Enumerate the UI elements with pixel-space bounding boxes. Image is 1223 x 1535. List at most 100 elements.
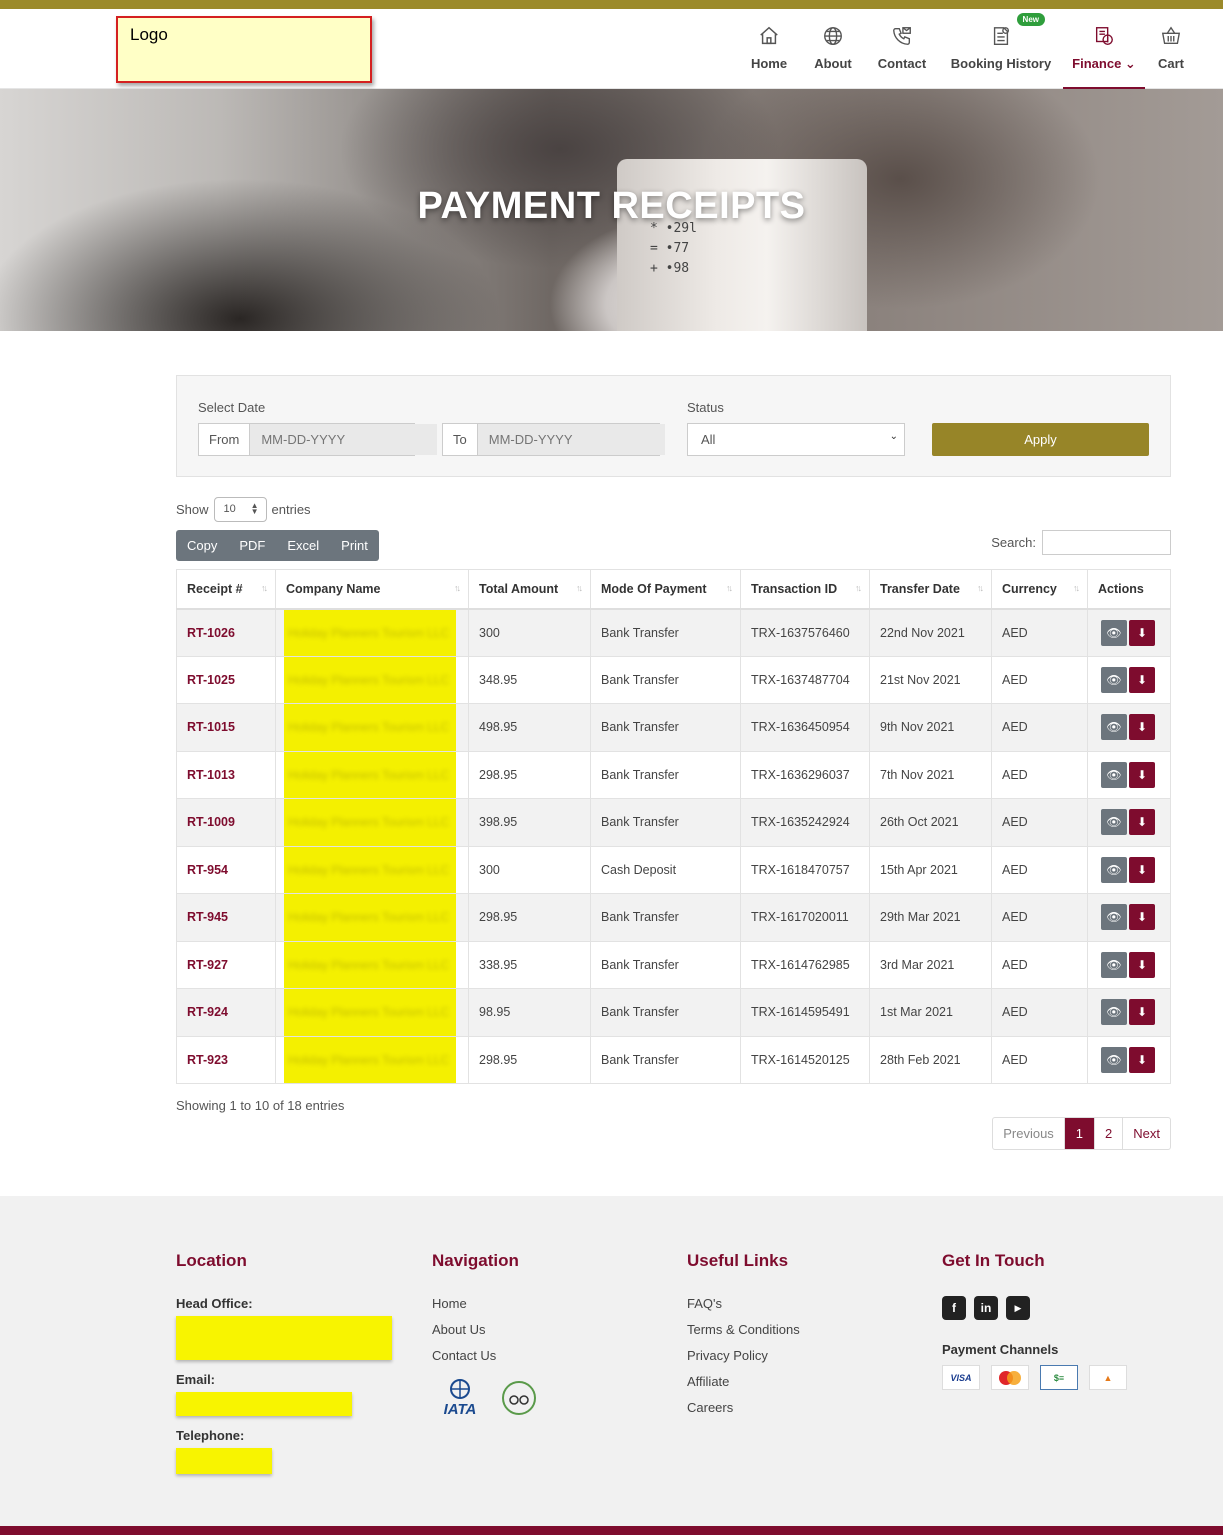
logo[interactable]: Logo — [116, 16, 372, 83]
download-icon[interactable]: ⬇︎ — [1129, 904, 1155, 931]
apply-button[interactable]: Apply — [932, 423, 1149, 456]
linkedin-icon[interactable]: in — [974, 1296, 998, 1320]
eye-icon[interactable]: 👁︎ — [1101, 1046, 1127, 1073]
footer-link-affiliate[interactable]: Affiliate — [687, 1374, 800, 1389]
footer-link-careers[interactable]: Careers — [687, 1400, 800, 1415]
download-icon[interactable]: ⬇︎ — [1129, 714, 1155, 741]
entries-length-control: Show 10 ▲ ▼ entries — [176, 497, 311, 522]
redacted-telephone — [176, 1448, 272, 1474]
download-icon[interactable]: ⬇︎ — [1129, 999, 1155, 1026]
facebook-icon[interactable]: f — [942, 1296, 966, 1320]
entries-select[interactable]: 10 ▲ ▼ — [213, 497, 267, 522]
excel-button[interactable]: Excel — [276, 530, 330, 561]
company-name-redacted: Holiday Planners Tourism LLC — [275, 703, 469, 752]
receipt-link[interactable]: RT-1013 — [176, 750, 276, 799]
eye-icon[interactable]: 👁︎ — [1101, 856, 1127, 883]
new-badge: New — [1016, 13, 1045, 26]
mode-of-payment: Bank Transfer — [590, 798, 741, 847]
company-name-redacted: Holiday Planners Tourism LLC — [275, 940, 469, 989]
actions-cell: 👁︎ ⬇︎ — [1087, 798, 1171, 847]
receipt-link[interactable]: RT-924 — [176, 988, 276, 1037]
column-header-currency[interactable]: Currency ↑↓ — [991, 569, 1088, 610]
download-icon[interactable]: ⬇︎ — [1129, 951, 1155, 978]
column-header-mode[interactable]: Mode Of Payment ↑↓ — [590, 569, 741, 610]
footer-link-contact[interactable]: Contact Us — [432, 1348, 538, 1363]
nav-about[interactable]: About — [801, 9, 865, 89]
footer-link-terms[interactable]: Terms & Conditions — [687, 1322, 800, 1337]
eye-icon[interactable]: 👁︎ — [1101, 666, 1127, 693]
previous-button[interactable]: Previous — [993, 1118, 1064, 1149]
download-icon[interactable]: ⬇︎ — [1129, 619, 1155, 646]
footer-useful-links: Useful Links FAQ's Terms & Conditions Pr… — [687, 1251, 800, 1426]
currency: AED — [991, 703, 1088, 752]
receipt-link[interactable]: RT-1015 — [176, 703, 276, 752]
footer-heading: Location — [176, 1251, 247, 1270]
pdf-button[interactable]: PDF — [228, 530, 276, 561]
visa-icon: VISA — [942, 1365, 980, 1390]
nav-cart[interactable]: Cart — [1145, 9, 1197, 89]
receipt-link[interactable]: RT-1009 — [176, 798, 276, 847]
status-select[interactable]: All ⌄ — [687, 423, 905, 456]
receipt-link[interactable]: RT-954 — [176, 845, 276, 894]
from-date-input[interactable] — [250, 424, 438, 455]
mode-of-payment: Bank Transfer — [590, 940, 741, 989]
column-header-transaction[interactable]: Transaction ID ↑↓ — [740, 569, 870, 610]
actions-cell: 👁︎ ⬇︎ — [1087, 988, 1171, 1037]
column-header-receipt[interactable]: Receipt # ↑↓ — [176, 569, 276, 610]
head-office-label: Head Office: — [176, 1296, 253, 1311]
eye-icon[interactable]: 👁︎ — [1101, 619, 1127, 646]
eye-icon[interactable]: 👁︎ — [1101, 714, 1127, 741]
total-amount: 98.95 — [468, 988, 591, 1037]
receipt-link[interactable]: RT-1025 — [176, 655, 276, 704]
next-button[interactable]: Next — [1122, 1118, 1170, 1149]
receipt-link[interactable]: RT-1026 — [176, 608, 276, 657]
download-icon[interactable]: ⬇︎ — [1129, 809, 1155, 836]
redacted-address — [176, 1316, 392, 1360]
table-row: RT-945 Holiday Planners Tourism LLC 298.95… — [176, 893, 1171, 942]
column-header-amount[interactable]: Total Amount ↑↓ — [468, 569, 591, 610]
download-icon[interactable]: ⬇︎ — [1129, 666, 1155, 693]
receipt-link[interactable]: RT-923 — [176, 1035, 276, 1084]
page-2-button[interactable]: 2 — [1094, 1118, 1122, 1149]
footer-link-about[interactable]: About Us — [432, 1322, 538, 1337]
receipt-link[interactable]: RT-927 — [176, 940, 276, 989]
youtube-icon[interactable]: ▶ — [1006, 1296, 1030, 1320]
sort-icon: ↑↓ — [576, 583, 583, 593]
select-date-label: Select Date — [198, 400, 266, 415]
eye-icon[interactable]: 👁︎ — [1101, 999, 1127, 1026]
transfer-date: 9th Nov 2021 — [869, 703, 992, 752]
sort-icon: ↑↓ — [855, 583, 862, 593]
to-date-input[interactable] — [477, 424, 665, 455]
download-icon[interactable]: ⬇︎ — [1129, 1046, 1155, 1073]
transaction-id: TRX-1637487704 — [740, 655, 870, 704]
company-name: Holiday Planners Tourism LLC — [288, 767, 450, 782]
company-name: Holiday Planners Tourism LLC — [288, 625, 450, 640]
eye-icon[interactable]: 👁︎ — [1101, 951, 1127, 978]
copy-button[interactable]: Copy — [176, 530, 228, 561]
nav-home[interactable]: Home — [737, 9, 801, 89]
nav-finance[interactable]: Finance ⌄ — [1063, 9, 1145, 89]
footer-link-privacy[interactable]: Privacy Policy — [687, 1348, 800, 1363]
search-input[interactable] — [1042, 530, 1171, 555]
eye-icon[interactable]: 👁︎ — [1101, 761, 1127, 788]
download-icon[interactable]: ⬇︎ — [1129, 856, 1155, 883]
footer-link-faq[interactable]: FAQ's — [687, 1296, 800, 1311]
column-header-date[interactable]: Transfer Date ↑↓ — [869, 569, 992, 610]
nav-contact[interactable]: Contact — [865, 9, 939, 89]
sort-icon: ↑↓ — [261, 583, 268, 593]
footer-heading: Useful Links — [687, 1251, 789, 1270]
transaction-id: TRX-1614762985 — [740, 940, 870, 989]
download-icon[interactable]: ⬇︎ — [1129, 761, 1155, 788]
nav-booking-history[interactable]: New Booking History — [939, 9, 1063, 89]
payment-icons: VISA $≡ ▲ — [942, 1365, 1127, 1390]
eye-icon[interactable]: 👁︎ — [1101, 904, 1127, 931]
nav-label: Contact — [877, 56, 927, 71]
receipts-table: Receipt # ↑↓ Company Name ↑↓ Total Amount ↑… — [176, 569, 1171, 1084]
column-header-company[interactable]: Company Name ↑↓ — [275, 569, 469, 610]
receipt-link[interactable]: RT-945 — [176, 893, 276, 942]
footer-link-home[interactable]: Home — [432, 1296, 538, 1311]
print-button[interactable]: Print — [330, 530, 379, 561]
page-1-button[interactable]: 1 — [1063, 1118, 1095, 1149]
eye-icon[interactable]: 👁︎ — [1101, 809, 1127, 836]
transfer-date: 3rd Mar 2021 — [869, 940, 992, 989]
